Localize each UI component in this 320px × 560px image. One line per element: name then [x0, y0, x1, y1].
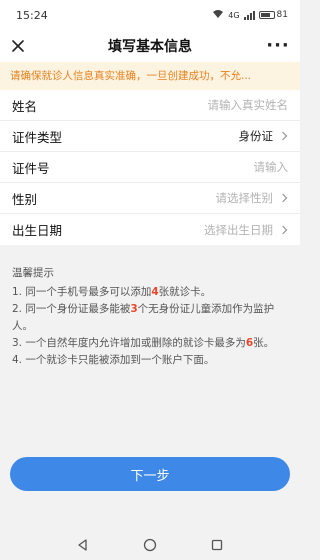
nav-bar: 填写基本信息 ··· — [0, 30, 300, 62]
gender-label: 性别 — [12, 191, 38, 207]
network-type: 4G — [228, 10, 240, 20]
id-number-field[interactable]: 证件号 请输入 — [0, 152, 300, 183]
chevron-right-icon — [278, 131, 288, 141]
id-number-input[interactable]: 请输入 — [254, 159, 289, 175]
tip-item: 4. 一个就诊卡只能被添加到一个账户下面。 — [12, 354, 215, 366]
id-type-label: 证件类型 — [12, 129, 63, 145]
close-icon — [12, 40, 24, 52]
status-icons: 4G 81 — [212, 9, 288, 22]
close-button[interactable] — [6, 34, 30, 58]
status-time: 15:24 — [16, 8, 48, 22]
home-button[interactable] — [141, 536, 159, 554]
back-triangle-icon — [78, 539, 87, 551]
warning-notice: 请确保就诊人信息真实准确，一旦创建成功，不允... — [0, 62, 300, 90]
back-button[interactable] — [74, 536, 92, 554]
birth-date-picker[interactable]: 选择出生日期 — [204, 222, 288, 238]
more-button[interactable]: ··· — [264, 34, 292, 58]
signal-icon — [243, 10, 255, 20]
chevron-right-icon — [278, 193, 288, 203]
page-title: 填写基本信息 — [108, 39, 192, 55]
gender-select[interactable]: 请选择性别 — [216, 190, 289, 206]
battery-level: 81 — [276, 10, 288, 20]
more-icon: ··· — [266, 35, 290, 56]
tip-item: 3. 一个自然年度内允许增加或删除的就诊卡最多为6张。 — [12, 337, 275, 349]
wifi-icon — [212, 9, 224, 22]
id-type-field[interactable]: 证件类型 身份证 — [0, 121, 300, 152]
birth-date-field[interactable]: 出生日期 选择出生日期 — [0, 214, 300, 245]
recents-button[interactable] — [208, 536, 226, 554]
name-label: 姓名 — [12, 98, 38, 114]
status-bar: 15:24 4G 81 — [0, 0, 300, 30]
gender-field[interactable]: 性别 请选择性别 — [0, 183, 300, 214]
name-field[interactable]: 姓名 请输入真实姓名 — [0, 90, 300, 121]
tip-item: 2. 同一个身份证最多能被3个无身份证儿童添加作为监护人。 — [12, 303, 275, 332]
tips-section: 温馨提示 1. 同一个手机号最多可以添加4张就诊卡。 2. 同一个身份证最多能被… — [12, 265, 292, 369]
id-number-label: 证件号 — [12, 160, 50, 176]
next-button[interactable]: 下一步 — [10, 457, 290, 491]
id-type-select[interactable]: 身份证 — [239, 128, 289, 144]
tip-item: 1. 同一个手机号最多可以添加4张就诊卡。 — [12, 286, 212, 298]
birth-date-label: 出生日期 — [12, 223, 63, 238]
system-nav-bar — [0, 530, 300, 560]
recents-square-icon — [211, 539, 222, 551]
patient-info-form: 姓名 请输入真实姓名 证件类型 身份证 证件号 请输入 性别 请选择性别 出生日… — [0, 90, 300, 245]
tips-title: 温馨提示 — [12, 267, 54, 279]
battery-indicator: 81 — [258, 10, 288, 20]
battery-icon — [258, 11, 275, 19]
chevron-right-icon — [278, 225, 288, 234]
home-circle-icon — [143, 538, 157, 552]
name-input[interactable]: 请输入真实姓名 — [208, 97, 289, 113]
